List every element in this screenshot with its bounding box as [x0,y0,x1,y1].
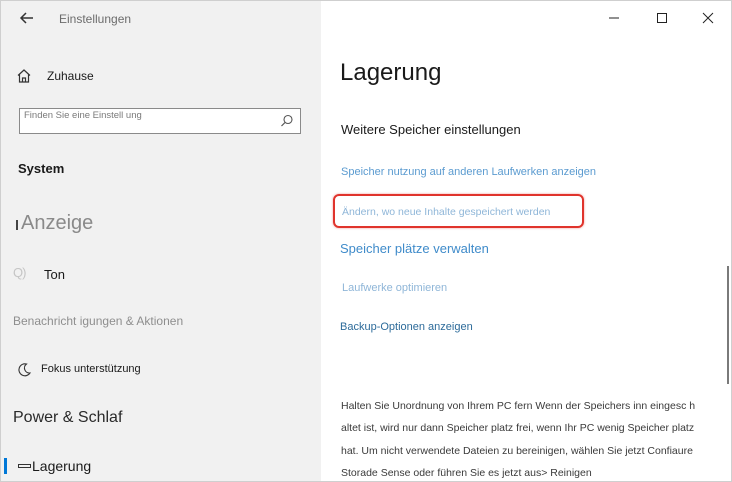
selected-indicator [4,458,7,474]
sidebar-item-label: Lagerung [32,458,92,474]
home-link[interactable]: Zuhause [15,65,94,87]
minimize-button[interactable] [593,5,635,31]
search-icon[interactable] [280,114,294,128]
sidebar-item-storage[interactable]: Lagerung [1,454,321,478]
sidebar-item-notifications[interactable]: Benachricht igungen & Aktionen [1,311,321,331]
description-line: Halten Sie Unordnung von Ihrem PC fern W… [341,400,696,412]
description-line: Storade Sense oder führen Sie es jetzt a… [341,467,592,479]
moon-icon [17,362,32,377]
scrollbar-thumb[interactable] [727,266,729,384]
sound-icon: Q) [13,265,26,280]
maximize-icon [657,13,667,23]
back-arrow-icon[interactable] [15,7,39,29]
sidebar-item-label: Ton [44,267,65,282]
optimize-drives-link[interactable]: Laufwerke optimieren [342,282,447,294]
sidebar-item-label: Anzeige [21,212,94,234]
section-subheading: Weitere Speicher einstellungen [341,122,521,137]
sidebar-item-label: Fokus unterstützung [41,363,141,375]
page-title: Lagerung [340,59,442,86]
usage-other-drives-link[interactable]: Speicher nutzung auf anderen Laufwerken … [341,166,596,178]
sidebar: Einstellungen Zuhause Finden Sie eine Ei… [1,1,321,481]
home-label: Zuhause [47,69,94,83]
close-button[interactable] [687,5,729,31]
storage-icon [18,464,31,468]
minimize-icon [609,17,619,19]
close-icon [702,12,714,24]
change-save-location-link[interactable]: Ändern, wo neue Inhalte gespeichert werd… [342,206,550,218]
settings-window: Einstellungen Zuhause Finden Sie eine Ei… [0,0,732,482]
sidebar-item-label: Power & Schlaf [13,409,123,426]
search-input[interactable]: Finden Sie eine Einstell ung [19,108,301,134]
maximize-button[interactable] [641,5,683,31]
scrollbar[interactable] [725,1,731,481]
sidebar-item-focus-assist[interactable]: Fokus unterstützung [1,359,321,381]
sidebar-item-sound[interactable]: Q) Ton [1,263,321,287]
description-line: hat. Um nicht verwendete Dateien zu bere… [341,445,693,457]
main-content: Lagerung Weitere Speicher einstellungen … [321,1,731,481]
sidebar-item-power-sleep[interactable]: Power & Schlaf [1,405,321,431]
sidebar-item-display[interactable]: Anzeige [1,209,321,241]
description-line: altet ist, wird nur dann Speicher platz … [341,422,695,434]
app-title: Einstellungen [59,12,132,26]
home-icon [15,67,33,85]
storage-pools-link[interactable]: Speicher plätze verwalten [340,241,489,256]
search-placeholder: Finden Sie eine Einstell ung [24,110,142,121]
sidebar-item-label: Benachricht igungen & Aktionen [13,314,184,328]
backup-options-link[interactable]: Backup-Optionen anzeigen [340,321,473,333]
section-title: System [18,161,65,176]
